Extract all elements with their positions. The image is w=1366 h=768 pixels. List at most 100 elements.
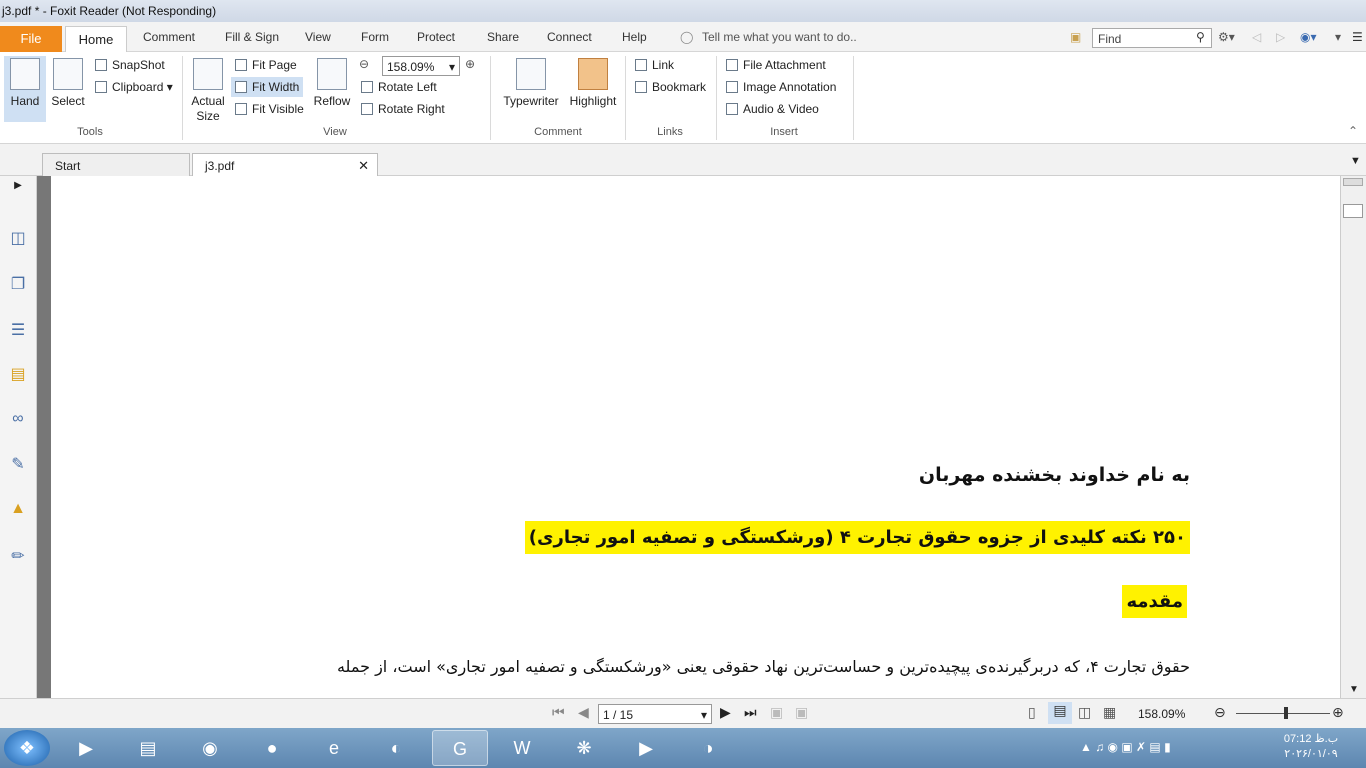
previous-view-icon[interactable]: ▣ xyxy=(770,704,783,721)
previous-page-icon[interactable]: ◀ xyxy=(578,704,589,721)
facing-page-icon[interactable]: ◫ xyxy=(1078,704,1091,721)
firefox-icon[interactable]: ● xyxy=(244,730,300,766)
rotate-left-icon xyxy=(361,81,373,93)
zoom-level-text: 158.09% xyxy=(1138,707,1186,721)
tab-fill-sign[interactable]: Fill & Sign xyxy=(225,30,279,44)
tab-share[interactable]: Share xyxy=(487,30,519,44)
document-viewport[interactable]: به نام خداوند بخشنده مهربان ۲۵۰ نکته کلی… xyxy=(37,176,1340,698)
layers-icon[interactable]: ☰ xyxy=(8,320,28,340)
hand-icon xyxy=(10,58,40,90)
zoom-slider[interactable] xyxy=(1236,713,1330,714)
tell-me-search[interactable]: Tell me what you want to do.. xyxy=(702,30,857,44)
expand-panel-icon[interactable]: ▶ xyxy=(8,180,28,200)
folder-search-icon[interactable]: ▣ xyxy=(1070,30,1081,44)
bell-icon[interactable]: ◉▾ xyxy=(1300,30,1317,44)
tab-list-dropdown-icon[interactable]: ▼ xyxy=(1350,155,1361,167)
paint-icon[interactable]: ◑ xyxy=(680,730,736,766)
zoom-in-icon[interactable]: ⊕ xyxy=(1332,704,1344,721)
hand-button[interactable]: Hand xyxy=(4,56,46,122)
file-attachment-button[interactable]: File Attachment xyxy=(726,58,826,72)
next-page-icon[interactable]: ▶ xyxy=(720,704,731,721)
paperclip-icon[interactable]: ∞ xyxy=(8,410,28,430)
snapshot-button[interactable]: SnapShot xyxy=(95,58,165,72)
tab-protect[interactable]: Protect xyxy=(417,30,455,44)
zoom-select[interactable]: 158.09% ▾ xyxy=(382,56,460,76)
search-icon[interactable]: ⚲ xyxy=(1196,30,1205,44)
media-player-icon[interactable]: ▶ xyxy=(58,730,114,766)
start-button-icon[interactable]: ❖ xyxy=(4,730,50,766)
link-button[interactable]: Link xyxy=(635,58,674,72)
app-icon[interactable]: ❋ xyxy=(556,730,612,766)
single-page-icon[interactable]: ▯ xyxy=(1028,704,1036,721)
signature-icon[interactable]: ✎ xyxy=(8,454,28,474)
clipboard-button[interactable]: Clipboard ▾ xyxy=(95,80,173,94)
zoom-out-icon[interactable]: ⊖ xyxy=(1214,704,1226,721)
page-thumbnail-icon[interactable]: ◫ xyxy=(8,228,28,248)
next-view-icon[interactable]: ▣ xyxy=(795,704,808,721)
typewriter-button[interactable]: Typewriter xyxy=(498,56,564,108)
foxit-reader-icon[interactable]: G xyxy=(432,730,488,766)
tab-home[interactable]: Home xyxy=(65,26,127,53)
gear-icon[interactable]: ⚙▾ xyxy=(1218,30,1235,44)
file-menu[interactable]: File xyxy=(0,26,62,52)
tab-form[interactable]: Form xyxy=(361,30,389,44)
tab-help[interactable]: Help xyxy=(622,30,647,44)
highlight-button[interactable]: Highlight xyxy=(566,56,620,108)
security-pen-icon[interactable]: ✏ xyxy=(8,546,28,566)
scroll-down-arrow[interactable]: ▼ xyxy=(1349,684,1359,695)
collapse-ribbon-icon[interactable]: ⌃ xyxy=(1348,124,1358,138)
select-button[interactable]: Select xyxy=(48,56,88,108)
internet-explorer-icon[interactable]: e xyxy=(306,730,362,766)
bookmark-button[interactable]: Bookmark xyxy=(635,80,706,94)
settings-bars-icon[interactable]: ☰ xyxy=(1352,30,1363,44)
document-heading-bismillah: به نام خداوند بخشنده مهربان xyxy=(918,464,1190,486)
zoom-in-icon[interactable]: ⊕ xyxy=(465,57,475,71)
ribbon-divider xyxy=(490,56,491,140)
first-page-icon[interactable]: ⏮ xyxy=(552,704,565,721)
tab-connect[interactable]: Connect xyxy=(547,30,592,44)
last-page-icon[interactable]: ⏭ xyxy=(744,704,757,721)
zoom-out-icon[interactable]: ⊖ xyxy=(359,57,369,71)
actual-size-button[interactable]: Actual Size xyxy=(188,56,228,124)
scroll-up-arrow[interactable] xyxy=(1343,178,1363,186)
image-annotation-button[interactable]: Image Annotation xyxy=(726,80,836,94)
close-icon[interactable]: ✕ xyxy=(358,158,369,174)
vertical-scrollbar[interactable]: ▼ xyxy=(1340,176,1366,698)
visual-studio-icon[interactable]: ▶ xyxy=(618,730,674,766)
tab-comment[interactable]: Comment xyxy=(143,30,195,44)
fit-page-button[interactable]: Fit Page xyxy=(235,58,297,72)
find-input[interactable]: Find xyxy=(1092,28,1212,48)
page-number-input[interactable]: 1 / 15 ▾ xyxy=(598,704,712,724)
clipboard-icon xyxy=(95,81,107,93)
reflow-icon xyxy=(317,58,347,90)
film-icon xyxy=(726,103,738,115)
pages-icon[interactable]: ❐ xyxy=(8,274,28,294)
system-tray-icons[interactable]: ▲ ♫ ◉ ▣ ✗ ▤ ▮ xyxy=(1080,740,1171,754)
edge-icon[interactable]: ◐ xyxy=(368,730,424,766)
tab-j3-pdf[interactable]: j3.pdf ✕ xyxy=(192,153,378,176)
rotate-right-button[interactable]: Rotate Right xyxy=(361,102,445,116)
word-icon[interactable]: W xyxy=(494,730,550,766)
audio-video-button[interactable]: Audio & Video xyxy=(726,102,819,116)
file-explorer-icon[interactable]: ▤ xyxy=(120,730,176,766)
chrome-icon[interactable]: ◉ xyxy=(182,730,238,766)
ribbon-divider xyxy=(182,56,183,140)
continuous-facing-icon[interactable]: ▦ xyxy=(1103,704,1116,721)
document-paragraph: حقوق تجارت ۴، که دربرگیرنده‌ی پیچیده‌تری… xyxy=(336,657,1190,676)
continuous-page-icon[interactable]: ▤ xyxy=(1048,702,1072,724)
comments-icon[interactable]: ▤ xyxy=(8,364,28,384)
fit-width-button[interactable]: Fit Width xyxy=(231,77,304,97)
back-arrow-icon[interactable]: ◁ xyxy=(1252,30,1261,44)
rotate-left-button[interactable]: Rotate Left xyxy=(361,80,437,94)
lock-icon[interactable]: ▲ xyxy=(8,500,28,520)
chevron-down-icon[interactable]: ▾ xyxy=(1335,30,1341,44)
tab-view[interactable]: View xyxy=(305,30,331,44)
scroll-thumb[interactable] xyxy=(1343,204,1363,218)
zoom-slider-thumb[interactable] xyxy=(1284,707,1288,719)
ribbon: Hand Select SnapShot Clipboard ▾ Tools A… xyxy=(0,52,1366,144)
system-clock[interactable]: 07:12 ب.ظ ۲۰۲۶/۰۱/۰۹ xyxy=(1278,732,1344,762)
forward-arrow-icon[interactable]: ▷ xyxy=(1276,30,1285,44)
fit-visible-button[interactable]: Fit Visible xyxy=(235,102,304,116)
tab-start[interactable]: Start xyxy=(42,153,190,176)
reflow-button[interactable]: Reflow xyxy=(311,56,353,108)
